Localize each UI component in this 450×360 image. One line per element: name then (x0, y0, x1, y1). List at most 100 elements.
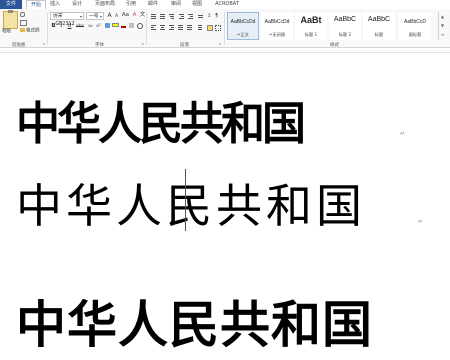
tab-mailings[interactable]: 邮件 (146, 0, 160, 9)
enclose-char-icon (136, 23, 143, 29)
char-shading-button[interactable] (128, 23, 135, 30)
tab-design[interactable]: 设计 (70, 0, 84, 9)
style-no-spacing[interactable]: AaBbCcDd ↵无间隔 (261, 12, 293, 40)
line-spacing-button[interactable] (196, 24, 203, 31)
tab-references[interactable]: 引用 (124, 0, 138, 9)
style-name: ↵无间隔 (268, 32, 286, 37)
style-name: 标题 (374, 32, 384, 37)
group-divider (224, 12, 225, 45)
paste-button-label[interactable]: 粘贴 (2, 28, 11, 34)
styles-gallery-scroll[interactable]: ▲ ▼ ≡ (438, 12, 446, 40)
shading-icon (129, 23, 134, 28)
chevron-down-icon[interactable]: ▼ (439, 21, 446, 30)
group-divider (47, 12, 48, 45)
enclose-char-button[interactable] (136, 23, 143, 30)
style-name: 副标题 (408, 32, 422, 37)
distribute-button[interactable] (186, 24, 193, 31)
text-effects-icon (105, 23, 110, 28)
style-sample: AaBbC (367, 16, 391, 23)
format-painter-label: 格式刷 (26, 28, 40, 34)
style-subtitle[interactable]: AaBbCcD 副标题 (399, 12, 431, 40)
text-line-bold-sans[interactable]: 中华人民共和国 (16, 87, 306, 152)
style-sample: AaBt (300, 15, 322, 25)
font-color-button[interactable] (120, 23, 127, 30)
paragraph-mark-icon: ↵ (400, 130, 406, 137)
increase-indent-button[interactable] (187, 13, 194, 20)
style-heading-2[interactable]: AaBbC 标题 2 (329, 12, 361, 40)
clear-format-button[interactable]: A (131, 12, 138, 19)
text-cursor (185, 169, 186, 231)
paint-bucket-icon (207, 25, 213, 31)
font-size-combo[interactable]: 一号 ▾ (86, 12, 104, 20)
clipboard-launcher-icon[interactable]: ↘ (42, 42, 46, 46)
font-name-combo[interactable]: 仿宋_GB2312 ▾ (50, 12, 84, 27)
align-left-button[interactable] (150, 24, 157, 31)
subscript-button[interactable]: x₂ (87, 23, 94, 30)
numbering-button[interactable] (159, 13, 166, 20)
paragraph-launcher-icon[interactable]: ↘ (218, 42, 222, 46)
chevron-down-icon: ▾ (79, 14, 82, 19)
sort-button[interactable]: ↕ (206, 13, 213, 20)
sort-icon: ↕ (207, 13, 212, 19)
strikethrough-button[interactable]: abc (75, 23, 85, 30)
align-right-button[interactable] (168, 24, 175, 31)
style-normal[interactable]: AaBbCcDd ↵正文 (227, 12, 259, 40)
italic-button[interactable]: I (58, 23, 65, 30)
borders-button[interactable] (214, 24, 221, 31)
multilevel-list-button[interactable] (168, 13, 175, 20)
highlighter-icon (112, 23, 119, 27)
tab-view[interactable]: 视图 (190, 0, 204, 9)
pilcrow-icon: ¶ (215, 13, 219, 19)
tab-page-layout[interactable]: 页面布局 (94, 0, 116, 9)
style-title[interactable]: AaBbC 标题 (363, 12, 395, 40)
copy-button[interactable] (20, 20, 28, 26)
ribbon-home: 粘贴 格式刷 剪贴板 ↘ 仿宋_GB2312 ▾ 一号 ▾ A A Aa A 文… (0, 9, 450, 48)
style-sample: AaBbCcDd (264, 19, 290, 25)
tab-acrobat[interactable]: ACROBAT (212, 0, 242, 9)
paste-icon[interactable] (3, 10, 18, 29)
decrease-indent-button[interactable] (178, 13, 185, 20)
chevron-down-icon: ▾ (99, 14, 102, 19)
brush-icon (20, 28, 25, 32)
font-size-value: 一号 (89, 14, 99, 19)
document-canvas[interactable]: 中华人民共和国 ↵ 中华人民共和国 ↵ 中华人民共和国 (0, 53, 450, 360)
tab-insert[interactable]: 插入 (48, 0, 62, 9)
superscript-button[interactable]: x² (95, 23, 102, 30)
bold-button[interactable]: B (50, 23, 57, 30)
text-line-fangsong[interactable]: 中华人民共和国 (16, 170, 366, 236)
style-sample: AaBbC (333, 16, 357, 23)
highlight-button[interactable] (112, 23, 119, 30)
group-divider (146, 12, 147, 45)
copy-icon (20, 20, 27, 26)
style-name: 标题 1 (304, 32, 318, 37)
borders-icon (215, 25, 221, 31)
format-painter-button[interactable]: 格式刷 (20, 28, 40, 34)
text-line-bold-serif[interactable]: 中华人民共和国 (16, 285, 373, 357)
show-marks-button[interactable]: ¶ (214, 13, 221, 20)
font-launcher-icon[interactable]: ↘ (141, 42, 145, 46)
shrink-font-button[interactable]: A (113, 13, 120, 20)
change-case-button[interactable]: Aa (121, 12, 130, 19)
align-center-button[interactable] (159, 24, 166, 31)
scissors-icon (20, 12, 25, 17)
style-sample: AaBbCcD (404, 19, 426, 25)
shading-button[interactable] (206, 24, 213, 31)
justify-button[interactable] (177, 24, 184, 31)
tab-review[interactable]: 审阅 (169, 0, 183, 9)
bullets-button[interactable] (150, 13, 157, 20)
style-name: ↵正文 (237, 32, 249, 37)
paragraph-mark-icon: ↵ (418, 218, 424, 225)
tab-file[interactable]: 文件 (0, 0, 22, 9)
underline-button[interactable]: U (66, 23, 73, 30)
chinese-layout-button[interactable] (197, 13, 204, 20)
phonetic-guide-button[interactable]: 文 (139, 12, 146, 19)
grow-font-button[interactable]: A (106, 12, 113, 19)
more-icon[interactable]: ≡ (439, 30, 446, 39)
style-sample: AaBbCcDd (230, 19, 256, 25)
style-name: 标题 2 (338, 32, 352, 37)
text-effects-button[interactable] (104, 23, 111, 30)
chevron-up-icon[interactable]: ▲ (439, 12, 446, 21)
font-color-icon (121, 26, 126, 28)
style-heading-1[interactable]: AaBt 标题 1 (295, 12, 327, 40)
cut-button[interactable] (20, 12, 26, 18)
